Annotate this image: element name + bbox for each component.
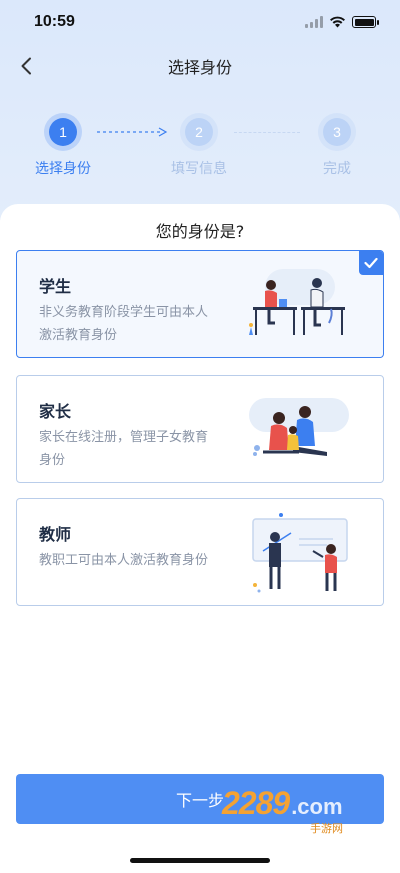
step-2-label: 填写信息 <box>171 161 227 177</box>
watermark-sub: 手游网 <box>310 822 343 835</box>
identity-card-teacher[interactable]: 教师 教职工可由本人激活教育身份 <box>16 498 384 606</box>
step-1: 1 选择身份 <box>23 118 103 178</box>
students-at-desk-illustration <box>249 269 345 335</box>
card-title: 学生 <box>39 277 72 296</box>
page-title: 选择身份 <box>167 58 232 77</box>
identity-card-parent[interactable]: 家长 家长在线注册，管理子女教育身份 <box>16 375 384 483</box>
step-3: 3 完成 <box>297 118 377 178</box>
chevron-left-icon <box>21 57 31 75</box>
back-button[interactable] <box>10 50 42 82</box>
step-connector-dashed <box>234 132 300 133</box>
progress-stepper: 1 选择身份 2 填写信息 3 完成 <box>0 118 400 188</box>
step-3-label: 完成 <box>323 161 351 177</box>
card-title: 教师 <box>39 525 72 544</box>
selected-check-icon <box>359 251 383 275</box>
identity-question: 您的身份是? <box>155 222 245 241</box>
home-indicator[interactable] <box>130 858 270 863</box>
watermark-logo: 2289 .com <box>222 785 343 822</box>
nav-bar: 选择身份 <box>0 44 400 88</box>
status-bar: 10:59 <box>0 0 400 44</box>
card-description: 家长在线注册，管理子女教育身份 <box>39 430 209 468</box>
step-2-number: 2 <box>185 118 213 146</box>
family-illustration <box>249 398 349 456</box>
step-1-number: 1 <box>49 118 77 146</box>
battery-icon <box>352 16 379 28</box>
step-1-label: 选择身份 <box>35 161 91 177</box>
identity-card-student[interactable]: 学生 非义务教育阶段学生可由本人激活教育身份 <box>16 250 384 358</box>
card-description: 教职工可由本人激活教育身份 <box>39 553 209 568</box>
wifi-icon <box>330 16 345 28</box>
step-2: 2 填写信息 <box>159 118 239 178</box>
status-icons <box>305 16 379 28</box>
identity-sheet: 您的身份是? 学生 非义务教育阶段学生可由本人激活教育身份 家长 家长在线注册，… <box>0 204 400 873</box>
card-title: 家长 <box>39 402 72 421</box>
status-time: 10:59 <box>34 13 75 30</box>
card-description: 非义务教育阶段学生可由本人激活教育身份 <box>39 305 209 343</box>
teacher-whiteboard-illustration <box>252 513 348 593</box>
watermark-suffix: .com <box>291 794 343 819</box>
step-3-number: 3 <box>323 118 351 146</box>
watermark-main: 2289 <box>222 785 290 821</box>
cellular-signal-icon <box>305 16 323 28</box>
